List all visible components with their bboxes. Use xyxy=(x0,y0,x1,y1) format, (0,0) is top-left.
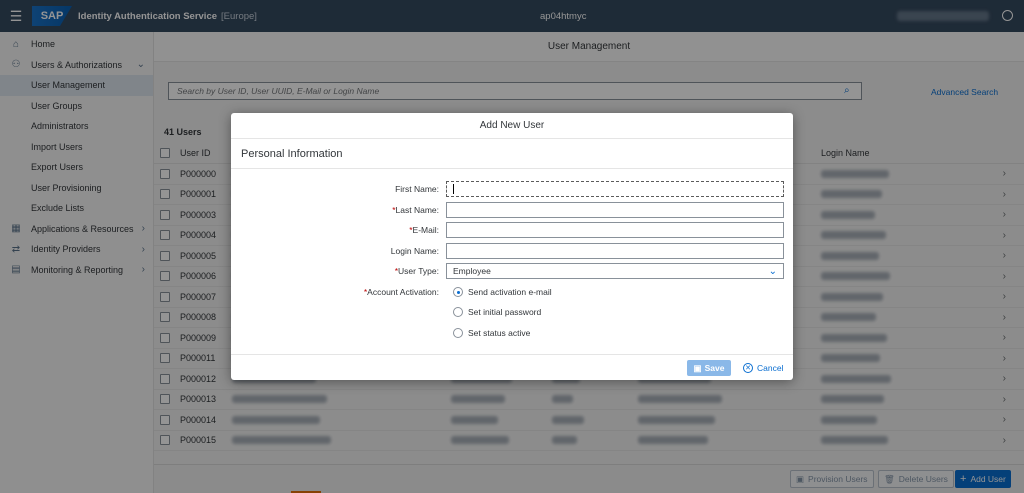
login-name-row: Login Name: xyxy=(231,243,793,259)
radio-set-initial-password[interactable] xyxy=(453,307,463,317)
user-type-row: *User Type: Employee ⌄ xyxy=(231,263,793,279)
close-icon: ✕ xyxy=(743,363,753,373)
cancel-label: Cancel xyxy=(757,363,784,373)
dialog-title: Add New User xyxy=(231,113,793,139)
last-name-label-text: Last Name: xyxy=(395,205,439,215)
first-name-label: First Name: xyxy=(395,184,439,194)
login-name-label: Login Name: xyxy=(391,246,439,256)
account-activation-label: *Account Activation: xyxy=(364,287,439,297)
radio-set-status-active[interactable] xyxy=(453,328,463,338)
radio-send-activation-email[interactable] xyxy=(453,287,463,297)
radio-label[interactable]: Set status active xyxy=(468,328,530,338)
user-type-value: Employee xyxy=(453,266,491,276)
last-name-field[interactable] xyxy=(446,202,784,218)
login-name-label-text: Login Name: xyxy=(390,246,439,256)
save-button[interactable]: ▣ Save xyxy=(687,360,731,376)
email-label: *E-Mail: xyxy=(409,225,439,235)
add-new-user-dialog: Add New User Personal Information First … xyxy=(231,113,793,380)
first-name-label-text: First Name: xyxy=(395,184,439,194)
user-type-label-text: User Type: xyxy=(398,266,439,276)
user-type-select[interactable]: Employee ⌄ xyxy=(446,263,784,279)
last-name-label: *Last Name: xyxy=(392,205,439,215)
radio-label[interactable]: Set initial password xyxy=(468,307,541,317)
chevron-down-icon: ⌄ xyxy=(768,266,777,277)
account-activation-label-text: Account Activation: xyxy=(367,287,439,297)
text-caret xyxy=(453,184,454,194)
section-title: Personal Information xyxy=(231,139,793,169)
radio-label[interactable]: Send activation e-mail xyxy=(468,287,552,297)
user-type-label: *User Type: xyxy=(395,266,439,276)
login-name-field[interactable] xyxy=(446,243,784,259)
last-name-row: *Last Name: xyxy=(231,202,793,218)
save-label: Save xyxy=(704,363,725,373)
save-icon: ▣ xyxy=(693,362,702,373)
dialog-footer: ▣ Save ✕ Cancel xyxy=(231,354,793,380)
email-label-text: E-Mail: xyxy=(412,225,439,235)
first-name-row: First Name: xyxy=(231,180,793,198)
cancel-button[interactable]: ✕ Cancel xyxy=(743,360,783,376)
email-row: *E-Mail: xyxy=(231,222,793,238)
email-field[interactable] xyxy=(446,222,784,238)
first-name-field[interactable] xyxy=(445,180,785,198)
